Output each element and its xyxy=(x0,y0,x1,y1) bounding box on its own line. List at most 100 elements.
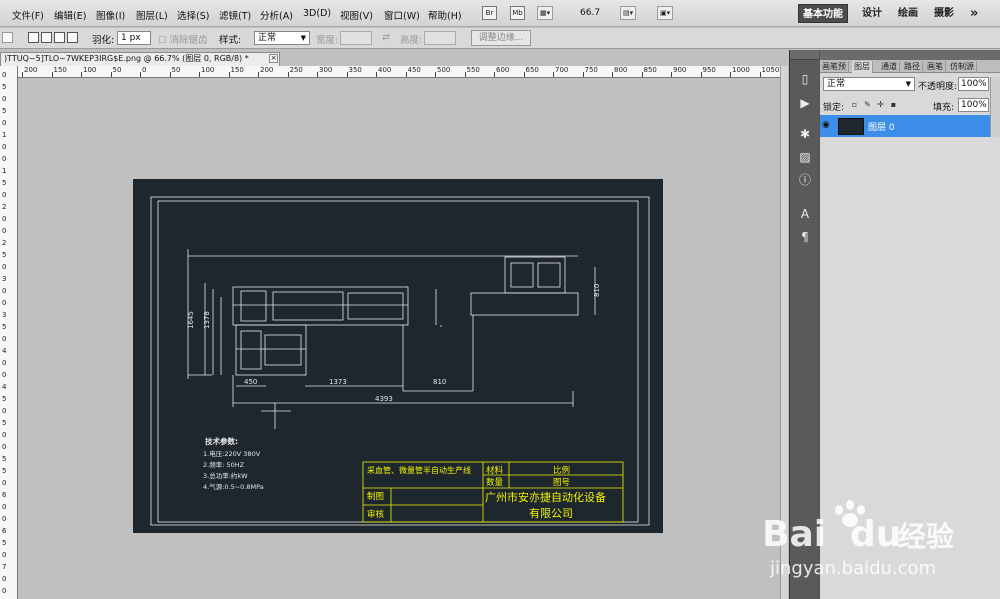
workspace-design[interactable]: 设计 xyxy=(858,4,886,23)
menu-filter[interactable]: 滤镜(T) xyxy=(219,8,251,22)
tool-preset-icon[interactable] xyxy=(2,32,13,43)
menu-edit[interactable]: 编辑(E) xyxy=(54,8,86,22)
ruler-tick-label: 0 xyxy=(2,431,7,439)
ruler-tick xyxy=(169,72,171,77)
cad-drawing-image[interactable]: 1645 1378 450 1373 810 4393 810 技术参数: 1.… xyxy=(133,179,663,533)
ruler-tick xyxy=(376,72,377,77)
ruler-tick-label: 150 xyxy=(230,66,244,74)
vertical-ruler[interactable]: 0 5 0 5 0 1 0 0 1 5 0 2 0 0 2 5 0 3 0 0 3 5 0 4 0 0 4 5 0 5 0 0 5 5 0 6 0 0 6 5… xyxy=(0,66,18,599)
ruler-tick-label: 200 xyxy=(260,66,274,74)
tab-layers[interactable]: 图层 xyxy=(852,61,873,73)
panel-scrollbar[interactable] xyxy=(990,77,1000,137)
ruler-tick xyxy=(759,72,761,77)
workspace-photography[interactable]: 摄影 xyxy=(930,4,958,23)
ruler-tick-label: 0 xyxy=(2,95,7,103)
ruler-tick xyxy=(730,72,731,77)
ruler-tick-label: 5 xyxy=(2,83,7,91)
ruler-tick-label: 6 xyxy=(2,527,7,535)
swap-icon[interactable]: ⇄ xyxy=(382,32,390,43)
strip-header[interactable] xyxy=(790,50,820,60)
ruler-tick-label: 5 xyxy=(2,323,7,331)
workspace-more-button[interactable]: » xyxy=(966,4,982,23)
ruler-tick-label: 5 xyxy=(2,419,7,427)
ruler-tick xyxy=(228,72,230,77)
blend-mode-value: 正常 xyxy=(827,79,846,89)
blend-mode-select[interactable]: 正常 ▼ xyxy=(823,77,915,91)
menu-select[interactable]: 选择(S) xyxy=(177,8,209,22)
tab-brushes[interactable]: 画笔 xyxy=(925,61,946,73)
tech-line-3: 3.总功率:约kW xyxy=(203,471,248,480)
screen-mode-icon[interactable]: ▣▾ xyxy=(657,6,674,20)
title-block-drawn-by: 制图 xyxy=(367,491,384,502)
menu-analysis[interactable]: 分析(A) xyxy=(260,8,293,22)
ruler-tick-label: 450 xyxy=(407,66,421,74)
menu-help[interactable]: 帮助(H) xyxy=(428,8,462,22)
workspace-essentials[interactable]: 基本功能 xyxy=(798,4,848,23)
ruler-tick-label: 5 xyxy=(2,539,7,547)
lock-transparent-icon[interactable]: ▫ xyxy=(850,100,859,109)
menu-3d[interactable]: 3D(D) xyxy=(303,8,331,19)
workspace-painting[interactable]: 绘画 xyxy=(894,4,922,23)
menu-view[interactable]: 视图(V) xyxy=(340,8,373,22)
ruler-tick-label: 300 xyxy=(319,66,333,74)
antialias-checkbox[interactable]: ☐ 消除锯齿 xyxy=(158,32,208,46)
width-input[interactable] xyxy=(340,31,372,45)
menu-file[interactable]: 文件(F) xyxy=(12,8,44,22)
ruler-tick-label: 0 xyxy=(2,299,7,307)
character-icon[interactable]: A xyxy=(796,205,814,223)
ruler-tick xyxy=(523,72,525,77)
lock-position-icon[interactable]: ✛ xyxy=(876,100,885,109)
ruler-tick-label: 0 xyxy=(2,359,7,367)
mini-bridge-icon[interactable]: Mb xyxy=(510,6,525,20)
ruler-tick-label: 4 xyxy=(2,347,7,355)
lock-pixels-icon[interactable]: ✎ xyxy=(863,100,872,109)
close-icon[interactable]: × xyxy=(269,54,278,63)
title-block-product: 采血管、微量管半自动生产线 xyxy=(367,465,471,475)
arrange-documents-icon[interactable]: ▤▾ xyxy=(620,6,637,20)
opacity-input[interactable]: 100% xyxy=(958,77,989,91)
tab-clone-source[interactable]: 仿制源 xyxy=(948,61,977,73)
horizontal-ruler[interactable]: 200 150 100 50 0 50 100 150 200 250 300 350 400 450 50… xyxy=(18,66,780,78)
menu-window[interactable]: 窗口(W) xyxy=(384,8,420,22)
panel-header[interactable] xyxy=(820,50,1000,60)
menu-image[interactable]: 图像(I) xyxy=(96,8,125,22)
intersect-selection-icon[interactable] xyxy=(67,32,78,43)
ruler-tick-label: 6 xyxy=(2,491,7,499)
info-icon[interactable]: ⓘ xyxy=(796,171,814,189)
ruler-tick-label: 350 xyxy=(348,66,362,74)
document-tab[interactable]: )TTUQ~5]TLO~7WKEP3IRG$E.png @ 66.7% (图层 … xyxy=(0,52,280,66)
navigator-icon[interactable]: ✱ xyxy=(796,125,814,143)
new-selection-icon[interactable] xyxy=(28,32,39,43)
layer-row[interactable]: ◉ 图层 0 xyxy=(820,115,1000,137)
actions-icon[interactable]: ▶ xyxy=(796,94,814,112)
ruler-tick-label: 5 xyxy=(2,455,7,463)
dim-right: 810 xyxy=(593,284,601,297)
lock-all-icon[interactable]: ▪ xyxy=(889,100,898,109)
tab-brush-presets[interactable]: 画笔预 xyxy=(820,61,849,73)
feather-input[interactable]: 1 px xyxy=(117,31,151,45)
eye-icon[interactable]: ◉ xyxy=(822,119,834,131)
ruler-tick-label: 750 xyxy=(584,66,598,74)
ruler-tick-label: 800 xyxy=(614,66,628,74)
refine-edge-button[interactable]: 调整边缘... xyxy=(471,30,531,46)
dim-1373: 1373 xyxy=(329,378,347,386)
bridge-icon[interactable]: Br xyxy=(482,6,497,20)
zoom-level[interactable]: 66.7 xyxy=(580,8,600,18)
paragraph-icon[interactable]: ¶ xyxy=(796,228,814,246)
chevron-down-icon: ▼ xyxy=(905,80,911,88)
ruler-tick xyxy=(317,72,318,77)
fill-input[interactable]: 100% xyxy=(958,98,989,112)
add-selection-icon[interactable] xyxy=(41,32,52,43)
height-input[interactable] xyxy=(424,31,456,45)
tab-paths[interactable]: 路径 xyxy=(902,61,923,73)
view-extras-icon[interactable]: ▦▾ xyxy=(537,6,554,20)
tab-channels[interactable]: 通道 xyxy=(879,61,900,73)
title-block-quantity: 数量 xyxy=(486,477,504,488)
style-select[interactable]: 正常 ▼ xyxy=(254,31,310,45)
ruler-tick-label: 0 xyxy=(2,587,7,595)
history-icon[interactable]: ▯ xyxy=(796,70,814,88)
subtract-selection-icon[interactable] xyxy=(54,32,65,43)
histogram-icon[interactable]: ▨ xyxy=(796,148,814,166)
menu-layer[interactable]: 图层(L) xyxy=(136,8,168,22)
ruler-tick-label: 900 xyxy=(673,66,687,74)
